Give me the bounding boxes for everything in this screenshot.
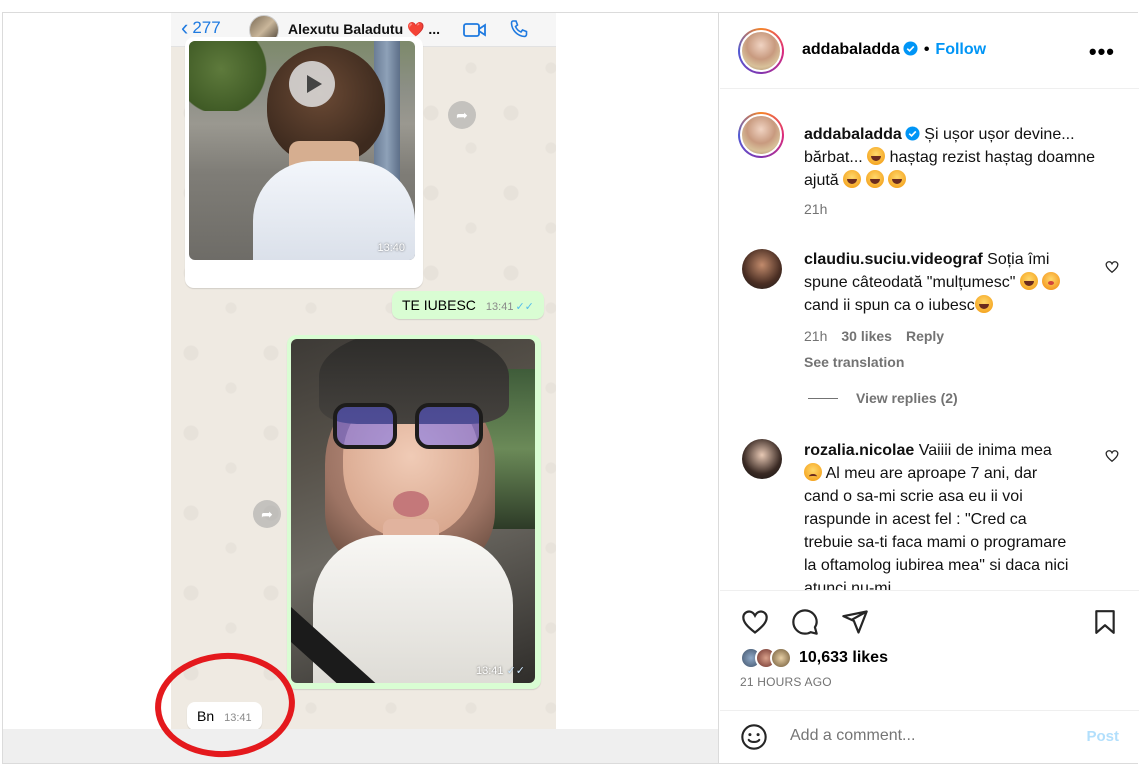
pleading-emoji-icon [804,463,822,481]
bookmark-icon[interactable] [1092,608,1118,636]
laughing-emoji-icon [867,147,886,165]
caption-body: addabaladda Și ușor ușor devine... bărba… [804,123,1104,221]
forward-icon: ➦ [448,101,476,129]
background-tree [189,41,269,111]
post-side-panel: addabaladda • Follow ••• addabaladda Și uș… [720,13,1139,763]
comment-text: cand ii spun ca o iubesc [804,297,975,314]
post-modal: ‹ 277 Alexutu Baladutu ❤️ ... 13:40 ➦ TE… [2,12,1139,764]
media-bottom-bar [3,729,718,763]
see-translation-link[interactable]: See translation [804,351,1074,374]
view-replies-label: View replies (2) [856,390,958,406]
separator: • [923,41,930,58]
share-icon[interactable] [841,608,869,636]
glasses-right [415,403,483,449]
verified-badge-icon [905,126,920,141]
comment-meta: 21h 30 likes Reply [804,325,1074,348]
view-replies-button[interactable]: View replies (2) [808,390,958,406]
forward-icon: ➦ [253,500,281,528]
read-ticks-icon: ✓✓ [506,665,525,677]
commenter-avatar[interactable] [742,439,782,479]
blushing-emoji-icon [1042,272,1061,290]
laughing-emoji-icon [974,295,993,313]
comment-body: claudiu.suciu.videograf Soția îmi spune … [804,248,1074,374]
caption-meta: 21h [804,198,1104,221]
video-message: 13:40 [185,37,423,288]
selfie-image: 13:41 ✓✓ [291,339,535,683]
lips [393,491,429,517]
post-media[interactable]: ‹ 277 Alexutu Baladutu ❤️ ... 13:40 ➦ TE… [3,13,719,763]
outgoing-text-message: TE IUBESC 13:41 ✓✓ [392,291,544,319]
comment-text: Vaiiii de inima mea [918,442,1052,459]
post-header: addabaladda • Follow ••• [720,13,1139,89]
comment-time: 21h [804,328,828,344]
heart-icon[interactable] [1105,260,1119,274]
avatar-image [740,114,782,156]
image-message: 13:41 ✓✓ [287,335,541,689]
post-button[interactable]: Post [1086,728,1119,745]
commenter-username[interactable]: claudiu.suciu.videograf [804,251,983,268]
verified-badge-icon [903,41,918,56]
laughing-emoji-icon [843,170,862,188]
heart-icon[interactable] [1105,449,1119,463]
comment-icon[interactable] [791,608,819,636]
phone-icon [510,20,528,38]
unread-count: 277 [192,18,221,37]
post-timestamp[interactable]: 21 HOURS AGO [740,675,832,689]
laughing-emoji-icon [888,170,907,188]
contact-name: Alexutu Baladutu ❤️ ... [288,21,440,37]
back-button: ‹ 277 [181,15,221,40]
read-ticks-icon: ✓✓ [515,301,534,313]
divider-line [808,397,838,399]
laughing-emoji-icon [1019,272,1038,290]
post-actions: 10,633 likes 21 HOURS AGO [720,590,1139,710]
message-meta: 13:41 ✓✓ [476,664,525,677]
message-time: 13:40 [377,242,405,254]
likes-row: 10,633 likes [740,647,888,669]
likes-count[interactable]: 10,633 likes [799,649,888,667]
author-username[interactable]: addabaladda [802,41,900,58]
author-avatar[interactable] [738,112,784,158]
video-thumbnail: 13:40 [189,41,415,260]
chevron-left-icon: ‹ [181,15,189,40]
liker-avatar [770,647,792,669]
reply-button[interactable]: Reply [906,328,944,344]
more-options-icon[interactable]: ••• [1089,39,1115,65]
message-text: TE IUBESC [402,297,476,313]
author-avatar[interactable] [738,28,784,74]
follow-button[interactable]: Follow [935,41,986,58]
heart-icon[interactable] [740,608,770,636]
whatsapp-screenshot: ‹ 277 Alexutu Baladutu ❤️ ... 13:40 ➦ TE… [171,13,556,729]
laughing-emoji-icon [865,170,884,188]
add-comment-bar: Post [720,710,1139,763]
commenter-avatar[interactable] [742,249,782,289]
glasses-left [333,403,397,449]
caption-username[interactable]: addabaladda [804,126,902,143]
caption-time: 21h [804,201,828,217]
comment-body: rozalia.nicolae Vaiiii de inima mea Al m… [804,439,1074,590]
author-line: addabaladda • Follow [802,41,986,59]
message-time: 13:41 [485,301,514,313]
video-call-icon [463,23,486,37]
avatar-image [740,30,782,72]
emoji-icon[interactable] [740,723,768,751]
message-time: 13:41 [475,665,504,677]
comment-likes[interactable]: 30 likes [841,328,892,344]
comment-text: Al meu are aproape 7 ani, dar cand o sa-… [804,465,1069,590]
play-icon [289,61,335,107]
comment-input[interactable] [790,727,1060,745]
comments-list[interactable]: addabaladda Și ușor ușor devine... bărba… [720,90,1139,590]
commenter-username[interactable]: rozalia.nicolae [804,442,914,459]
